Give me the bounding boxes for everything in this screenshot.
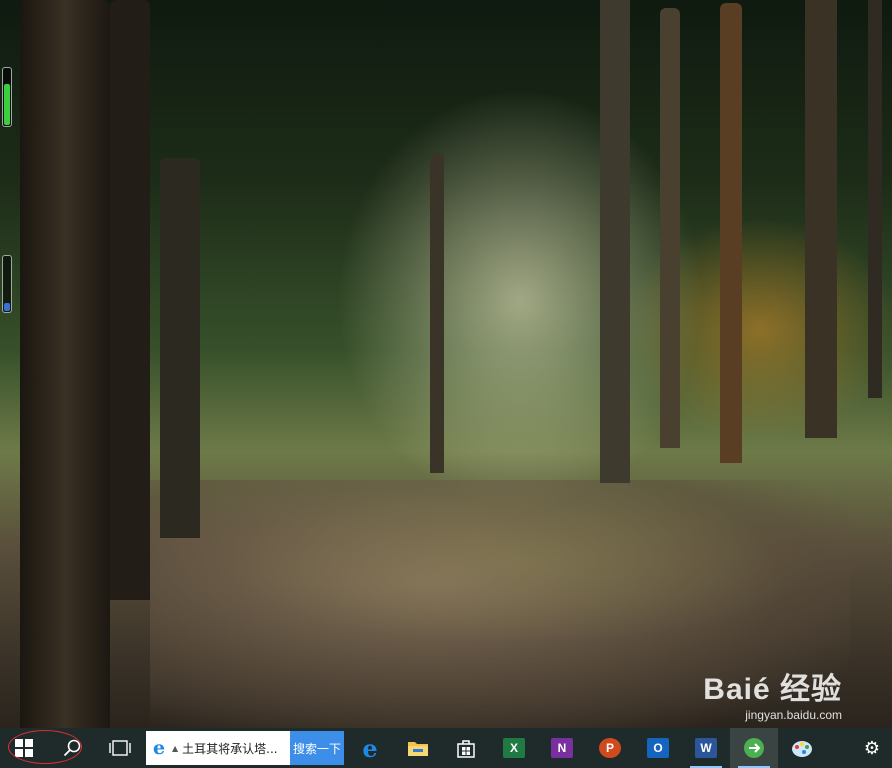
tree-trunk	[660, 8, 680, 448]
volume-meter-fill	[4, 84, 10, 125]
gear-icon: ⚙	[863, 737, 881, 759]
level-meter[interactable]	[2, 255, 12, 313]
excel-icon: X	[503, 738, 525, 758]
search-box-text[interactable]: 土耳其将承认塔...	[182, 740, 290, 757]
search-go-button[interactable]: 搜索一下	[290, 731, 344, 765]
search-button[interactable]	[48, 728, 96, 768]
green-circle-app-icon	[744, 738, 764, 758]
volume-meter[interactable]	[2, 67, 12, 127]
watermark-brand: Baié 经验	[703, 673, 842, 706]
tree-trunk	[600, 0, 630, 483]
store-icon	[457, 740, 475, 758]
taskbar: e ▲ 土耳其将承认塔... 搜索一下 e X N P O W ⚙	[0, 728, 892, 768]
folder-icon	[408, 742, 428, 756]
tree-trunk	[110, 0, 150, 600]
powerpoint-icon: P	[599, 738, 621, 758]
ie-search-box[interactable]: e ▲ 土耳其将承认塔... 搜索一下	[146, 731, 344, 765]
task-view-icon	[109, 740, 131, 756]
taskbar-app-onenote[interactable]: N	[538, 728, 586, 768]
tree-trunk	[20, 0, 110, 728]
task-view-button[interactable]	[96, 728, 144, 768]
taskbar-app-powerpoint[interactable]: P	[586, 728, 634, 768]
settings-button[interactable]: ⚙	[852, 728, 892, 768]
search-icon	[63, 739, 81, 757]
taskbar-app-green[interactable]	[730, 728, 778, 768]
windows-logo-icon	[15, 739, 33, 757]
start-button[interactable]	[0, 728, 48, 768]
taskbar-app-word[interactable]: W	[682, 728, 730, 768]
tree-trunk	[160, 158, 200, 538]
baidu-watermark: Baié 经验 jingyan.baidu.com	[703, 664, 842, 722]
word-icon: W	[695, 738, 717, 758]
paint-icon	[792, 741, 812, 757]
taskbar-app-file-explorer[interactable]	[394, 728, 442, 768]
taskbar-app-edge[interactable]: e	[346, 728, 394, 768]
taskbar-app-paint[interactable]	[778, 728, 826, 768]
tree-trunk	[430, 153, 444, 473]
tree-trunk	[868, 0, 882, 398]
tree-trunk	[805, 0, 837, 438]
taskbar-app-excel[interactable]: X	[490, 728, 538, 768]
tree-trunk	[720, 3, 742, 463]
watermark-url: jingyan.baidu.com	[745, 708, 842, 722]
onenote-icon: N	[551, 738, 573, 758]
desktop-wallpaper: Baié 经验 jingyan.baidu.com	[0, 0, 892, 728]
taskbar-app-store[interactable]	[442, 728, 490, 768]
outlook-icon: O	[647, 738, 669, 758]
level-meter-fill	[4, 302, 10, 311]
taskbar-app-outlook[interactable]: O	[634, 728, 682, 768]
edge-icon: e	[362, 733, 378, 763]
ie-icon: e	[152, 737, 166, 759]
triangle-icon: ▲	[172, 743, 179, 753]
